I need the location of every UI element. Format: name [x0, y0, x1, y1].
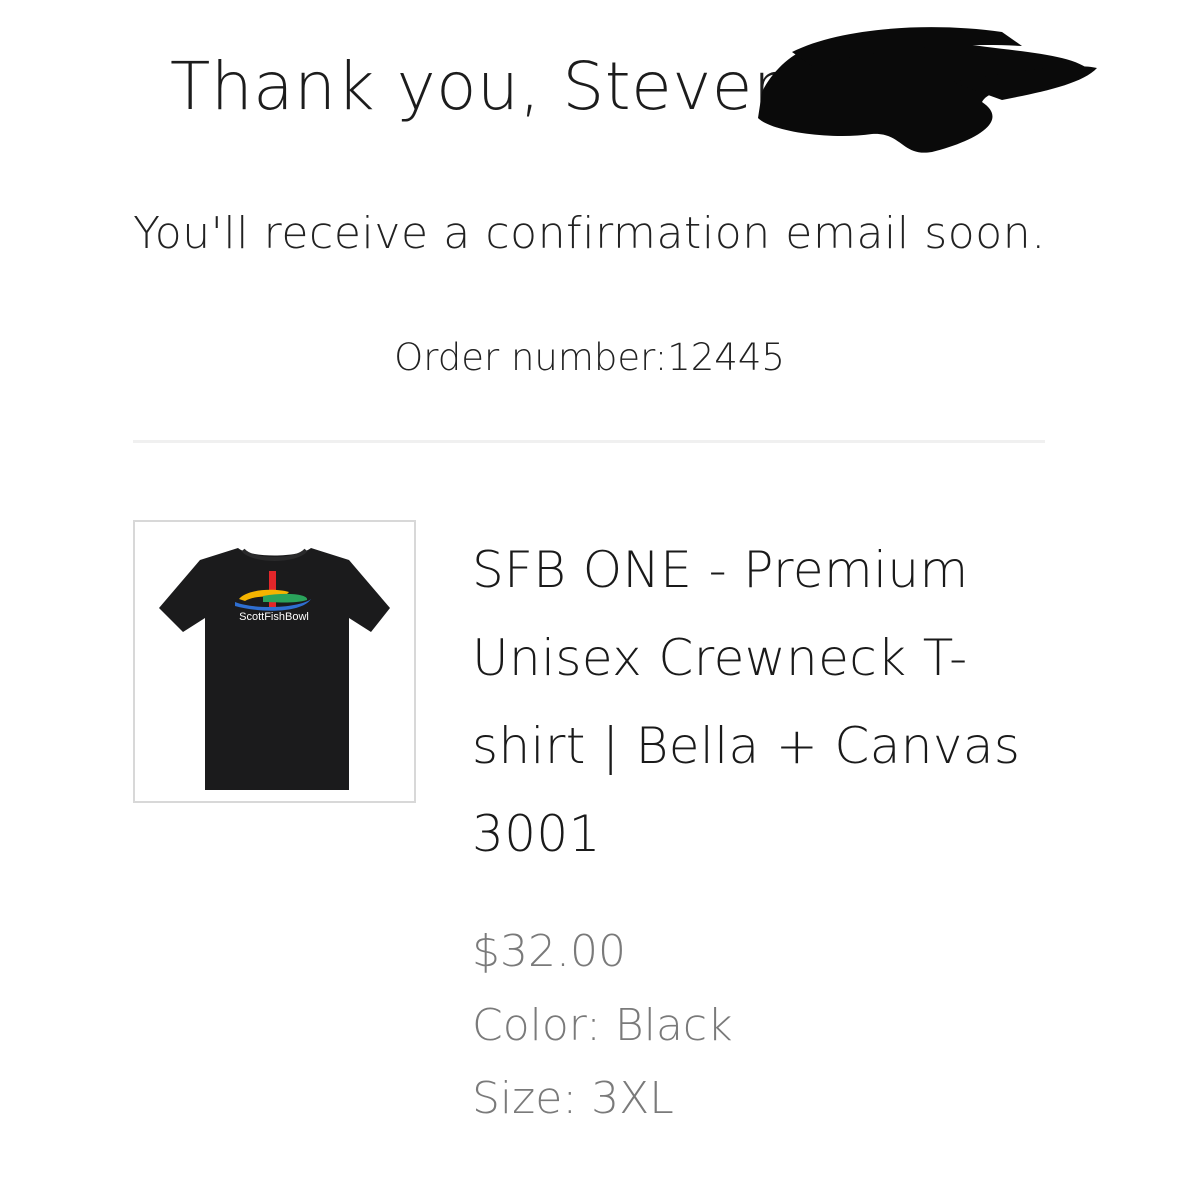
logo-brand-text: ScottFishBowl: [239, 611, 309, 623]
confirmation-message: You'll receive a confirmation email soon…: [133, 208, 1046, 259]
product-title: SFB ONE - Premium Unisex Crewneck T-shir…: [472, 541, 1021, 863]
product-price: $32.00: [472, 926, 626, 977]
redaction-scribble: [758, 27, 1097, 153]
logo-green-mark: [263, 593, 308, 603]
order-number: Order number:12445: [394, 336, 785, 379]
product-color: Color: Black: [472, 1000, 733, 1051]
product-image: ScottFishBowl: [133, 520, 416, 803]
tshirt-image: ScottFishBowl: [159, 548, 390, 790]
product-size: Size: 3XL: [472, 1073, 674, 1124]
thank-you-heading: Thank you, Steven: [170, 48, 796, 125]
divider: [133, 440, 1045, 443]
